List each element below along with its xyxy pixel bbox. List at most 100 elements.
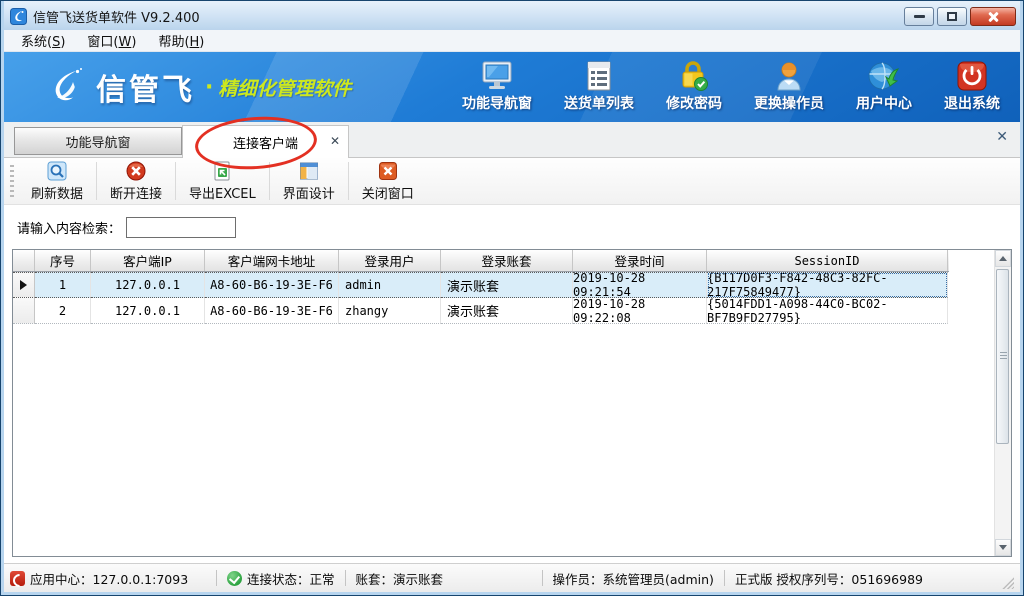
minimize-icon <box>914 15 925 18</box>
status-operator: 操作员：系统管理员(admin) <box>553 569 714 588</box>
app-icon <box>10 8 27 25</box>
banner-actions: 功能导航窗 送货单列表 <box>462 61 1020 113</box>
cell-account-set[interactable]: 演示账套 <box>441 272 573 298</box>
header-session-id[interactable]: SessionID <box>707 250 948 271</box>
menu-window[interactable]: 窗口(W) <box>76 29 147 52</box>
banner-action-delivery-list[interactable]: 送货单列表 <box>564 61 634 113</box>
table-filler <box>949 250 994 556</box>
refresh-search-icon <box>47 161 67 181</box>
power-icon <box>957 61 987 91</box>
toolbar: 刷新数据 断开连接 导出EXCEL <box>4 158 1020 205</box>
banner-action-nav-window[interactable]: 功能导航窗 <box>462 61 532 113</box>
close-window-button[interactable]: 关闭窗口 <box>349 159 427 204</box>
status-separator <box>724 570 725 586</box>
banner-action-label: 更换操作员 <box>754 93 824 113</box>
header-no[interactable]: 序号 <box>35 250 91 271</box>
tab-strip: 功能导航窗 连接客户端 ✕ ✕ <box>4 122 1020 158</box>
brand-swoosh-icon <box>44 64 88 110</box>
cell-account-set[interactable]: 演示账套 <box>441 298 573 324</box>
current-row-icon <box>20 280 27 290</box>
user-icon <box>774 61 804 91</box>
scrollbar-thumb[interactable] <box>996 269 1009 444</box>
cell-client-ip[interactable]: 127.0.0.1 <box>91 298 205 324</box>
cell-no[interactable]: 1 <box>35 272 91 298</box>
document-list-icon <box>584 61 614 91</box>
header-account-set[interactable]: 登录账套 <box>441 250 573 271</box>
clients-table: 序号 客户端IP 客户端网卡地址 登录用户 登录账套 登录时间 SessionI… <box>12 249 1012 557</box>
banner-action-label: 修改密码 <box>666 93 722 113</box>
restore-button[interactable] <box>937 7 967 26</box>
clients-grid: 序号 客户端IP 客户端网卡地址 登录用户 登录账套 登录时间 SessionI… <box>13 250 949 556</box>
cell-client-ip[interactable]: 127.0.0.1 <box>91 272 205 298</box>
row-selector-cell[interactable] <box>13 272 35 298</box>
row-selector-cell[interactable] <box>13 298 35 324</box>
status-account-set: 账套：演示账套 <box>356 569 444 588</box>
ui-design-button[interactable]: 界面设计 <box>270 159 348 204</box>
window-controls <box>904 7 1016 26</box>
header-client-ip[interactable]: 客户端IP <box>91 250 205 271</box>
tab-connected-clients[interactable]: 连接客户端 ✕ <box>182 125 349 158</box>
export-excel-icon <box>212 161 232 181</box>
close-button[interactable] <box>970 7 1016 26</box>
cell-mac[interactable]: A8-60-B6-19-3E-F6 <box>205 298 339 324</box>
status-app-center: 应用中心：127.0.0.1:7093 <box>10 569 206 588</box>
banner-action-exit-system[interactable]: 退出系统 <box>944 61 1000 113</box>
cell-session-id[interactable]: {B117D0F3-F842-48C3-82FC-217F75849477} <box>707 272 948 298</box>
cell-login-user[interactable]: zhangy <box>339 298 441 324</box>
banner-action-switch-operator[interactable]: 更换操作员 <box>754 61 824 113</box>
content-panel: 刷新数据 断开连接 导出EXCEL <box>4 158 1020 592</box>
cell-login-time[interactable]: 2019-10-28 09:22:08 <box>573 298 707 324</box>
export-excel-button[interactable]: 导出EXCEL <box>176 159 269 204</box>
brand-logo: 信管飞 · 精细化管理软件 <box>44 64 351 110</box>
scroll-down-button[interactable] <box>995 539 1011 556</box>
connection-ok-icon <box>227 571 242 586</box>
cell-session-id[interactable]: {5014FDD1-A098-44C0-BC02-BF7B9FD27795} <box>707 298 948 324</box>
lock-check-icon <box>678 61 710 91</box>
arrow-up-icon <box>999 256 1007 261</box>
search-row: 请输入内容检索： <box>4 205 1020 249</box>
toolbar-grip <box>10 165 14 197</box>
banner-action-label: 送货单列表 <box>564 93 634 113</box>
cell-login-user[interactable]: admin <box>339 272 441 298</box>
refresh-data-button[interactable]: 刷新数据 <box>18 159 96 204</box>
header-mac[interactable]: 客户端网卡地址 <box>205 250 339 271</box>
status-license: 正式版 授权序列号：051696989 <box>735 569 923 588</box>
menu-system[interactable]: 系统(S) <box>10 29 76 52</box>
brand-banner: 信管飞 · 精细化管理软件 功能导航窗 <box>4 52 1020 122</box>
minimize-button[interactable] <box>904 7 934 26</box>
status-bar: 应用中心：127.0.0.1:7093 连接状态：正常 账套：演示账套 操作员：… <box>4 563 1020 592</box>
title-bar: 信管飞送货单软件 V9.2.400 <box>4 1 1020 30</box>
disconnect-icon <box>126 161 146 181</box>
status-connection: 连接状态：正常 <box>227 569 335 588</box>
vertical-scrollbar[interactable] <box>994 250 1011 556</box>
window-title: 信管飞送货单软件 V9.2.400 <box>33 7 904 26</box>
banner-action-user-center[interactable]: 用户中心 <box>856 61 912 113</box>
cell-no[interactable]: 2 <box>35 298 91 324</box>
search-label: 请输入内容检索： <box>17 218 121 237</box>
menu-help[interactable]: 帮助(H) <box>147 29 215 52</box>
header-row-selector[interactable] <box>13 250 35 271</box>
arrow-down-icon <box>999 545 1007 550</box>
banner-action-label: 功能导航窗 <box>462 93 532 113</box>
tab-nav-window[interactable]: 功能导航窗 <box>14 127 182 155</box>
resize-grip[interactable] <box>1001 576 1014 589</box>
status-separator <box>542 570 543 586</box>
close-icon <box>987 12 999 22</box>
banner-action-label: 用户中心 <box>856 93 912 113</box>
tabstrip-close-icon[interactable]: ✕ <box>996 129 1008 145</box>
table-row[interactable]: 1 127.0.0.1 A8-60-B6-19-3E-F6 admin 演示账套… <box>13 272 949 298</box>
disconnect-button[interactable]: 断开连接 <box>97 159 175 204</box>
cell-mac[interactable]: A8-60-B6-19-3E-F6 <box>205 272 339 298</box>
scroll-up-button[interactable] <box>995 250 1011 267</box>
header-login-time[interactable]: 登录时间 <box>573 250 707 271</box>
brand-name: 信管飞 <box>96 65 195 109</box>
menu-bar: 系统(S) 窗口(W) 帮助(H) <box>4 30 1020 52</box>
header-login-user[interactable]: 登录用户 <box>339 250 441 271</box>
scrollbar-track[interactable] <box>995 267 1011 539</box>
monitor-icon <box>480 61 514 91</box>
cell-login-time[interactable]: 2019-10-28 09:21:54 <box>573 272 707 298</box>
table-row[interactable]: 2 127.0.0.1 A8-60-B6-19-3E-F6 zhangy 演示账… <box>13 298 949 324</box>
banner-action-change-password[interactable]: 修改密码 <box>666 61 722 113</box>
tab-close-icon[interactable]: ✕ <box>330 135 340 147</box>
search-input[interactable] <box>126 217 236 238</box>
